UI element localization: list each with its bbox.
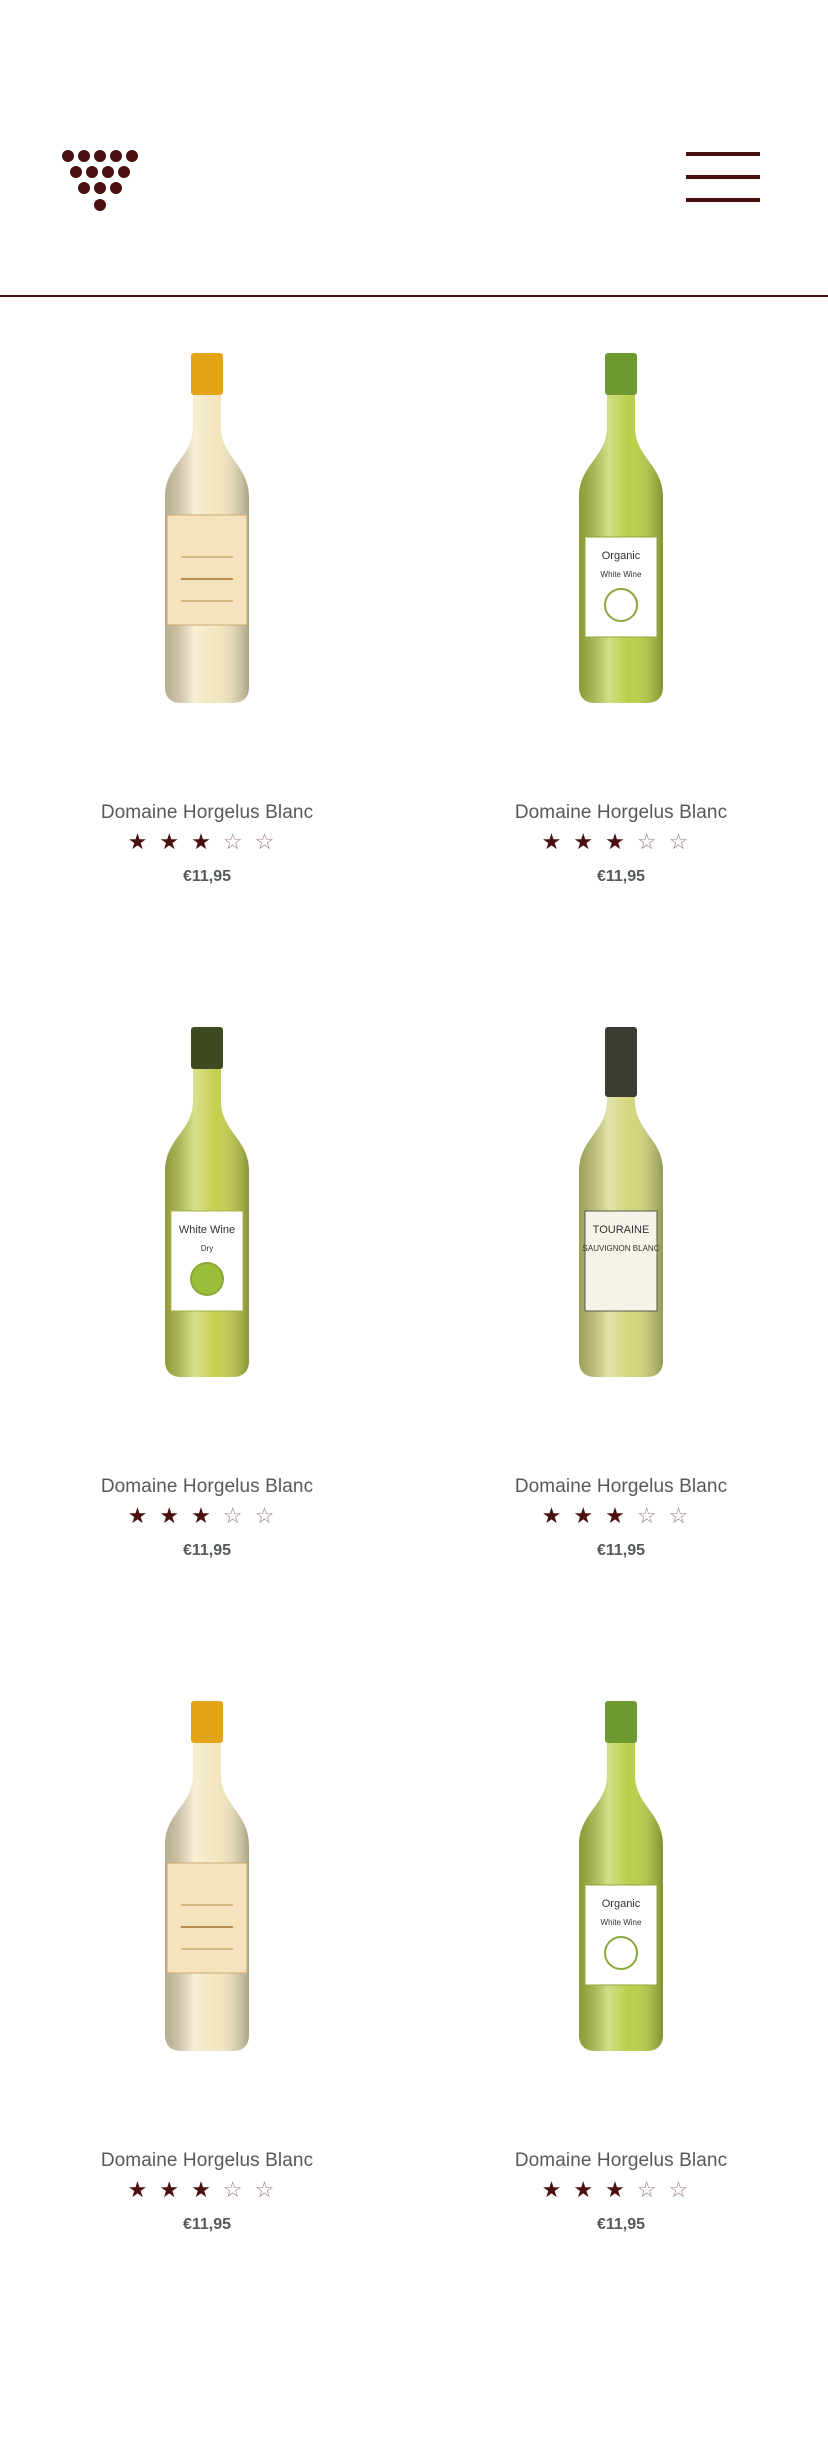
star-rating: ★★★☆☆ [414,2177,828,2203]
wine-bottle-image[interactable]: Organic White Wine [551,1695,691,2055]
star-empty-icon: ☆ [254,1503,287,1528]
svg-text:White Wine: White Wine [179,1224,235,1236]
star-filled-icon: ★ [605,829,637,854]
wine-bottle-image[interactable] [137,347,277,707]
product-name[interactable]: Domaine Horgelus Blanc [414,1476,828,1498]
star-empty-icon: ☆ [668,2177,701,2202]
svg-text:Organic: Organic [602,550,641,562]
product-image[interactable] [0,347,414,747]
product-image[interactable]: Organic White Wine [414,1695,828,2095]
star-empty-icon: ☆ [222,2177,255,2202]
star-empty-icon: ☆ [222,1503,255,1528]
wine-bottle-image[interactable]: Organic White Wine [551,347,691,707]
site-header [0,0,828,297]
star-empty-icon: ☆ [636,1503,669,1528]
star-rating: ★★★☆☆ [414,829,828,855]
star-filled-icon: ★ [159,2177,192,2202]
star-filled-icon: ★ [127,829,160,854]
star-filled-icon: ★ [191,1503,223,1528]
star-filled-icon: ★ [605,1503,637,1528]
star-filled-icon: ★ [191,2177,223,2202]
product-price: €11,95 [596,1542,646,1559]
wine-bottle-image[interactable]: TOURAINE SAUVIGNON BLANC [551,1021,691,1381]
star-empty-icon: ☆ [668,829,701,854]
product-price: €11,95 [182,868,232,885]
star-rating: ★★★☆☆ [414,1503,828,1529]
grape-cluster-logo-icon[interactable] [60,148,140,214]
star-filled-icon: ★ [541,829,574,854]
product-card[interactable]: Organic White Wine Domaine Horgelus Blanc ★… [414,1695,828,2355]
product-image[interactable]: TOURAINE SAUVIGNON BLANC [414,1021,828,1421]
product-name[interactable]: Domaine Horgelus Blanc [0,1476,414,1498]
product-image[interactable]: White Wine Dry [0,1021,414,1421]
product-name[interactable]: Domaine Horgelus Blanc [0,2150,414,2172]
star-filled-icon: ★ [573,2177,606,2202]
wine-bottle-image[interactable]: White Wine Dry [137,1021,277,1381]
product-card[interactable]: Domaine Horgelus Blanc ★★★☆☆ €11,95 [0,347,414,1007]
product-image[interactable]: Organic White Wine [414,347,828,747]
star-empty-icon: ☆ [636,829,669,854]
star-empty-icon: ☆ [636,2177,669,2202]
product-price: €11,95 [182,2216,232,2233]
star-filled-icon: ★ [159,1503,192,1528]
product-card[interactable]: Organic White Wine Domaine Horgelus Blanc ★… [414,347,828,1007]
product-price: €11,95 [596,868,646,885]
product-name[interactable]: Domaine Horgelus Blanc [414,2150,828,2172]
product-card[interactable]: Domaine Horgelus Blanc ★★★☆☆ €11,95 [0,1695,414,2355]
svg-text:SAUVIGNON BLANC: SAUVIGNON BLANC [583,1244,660,1253]
star-empty-icon: ☆ [254,829,287,854]
star-empty-icon: ☆ [668,1503,701,1528]
product-name[interactable]: Domaine Horgelus Blanc [414,802,828,824]
hamburger-menu-icon[interactable] [686,152,760,202]
star-filled-icon: ★ [191,829,223,854]
star-rating: ★★★☆☆ [0,1503,414,1529]
star-filled-icon: ★ [541,1503,574,1528]
star-filled-icon: ★ [127,1503,160,1528]
star-empty-icon: ☆ [222,829,255,854]
product-price: €11,95 [596,2216,646,2233]
svg-text:White Wine: White Wine [601,1918,642,1927]
product-card[interactable]: TOURAINE SAUVIGNON BLANC Domaine Horgelus … [414,1021,828,1681]
star-filled-icon: ★ [573,829,606,854]
star-empty-icon: ☆ [254,2177,287,2202]
svg-text:Dry: Dry [201,1244,213,1253]
product-image[interactable] [0,1695,414,2095]
star-filled-icon: ★ [159,829,192,854]
product-name[interactable]: Domaine Horgelus Blanc [0,802,414,824]
product-card[interactable]: White Wine Dry Domaine Horgelus Blanc ★★★☆☆… [0,1021,414,1681]
wine-bottle-image[interactable] [137,1695,277,2055]
svg-text:TOURAINE: TOURAINE [593,1224,650,1236]
star-rating: ★★★☆☆ [0,2177,414,2203]
star-rating: ★★★☆☆ [0,829,414,855]
product-price: €11,95 [182,1542,232,1559]
star-filled-icon: ★ [541,2177,574,2202]
star-filled-icon: ★ [127,2177,160,2202]
svg-text:Organic: Organic [602,1898,641,1910]
star-filled-icon: ★ [605,2177,637,2202]
svg-text:White Wine: White Wine [601,570,642,579]
star-filled-icon: ★ [573,1503,606,1528]
